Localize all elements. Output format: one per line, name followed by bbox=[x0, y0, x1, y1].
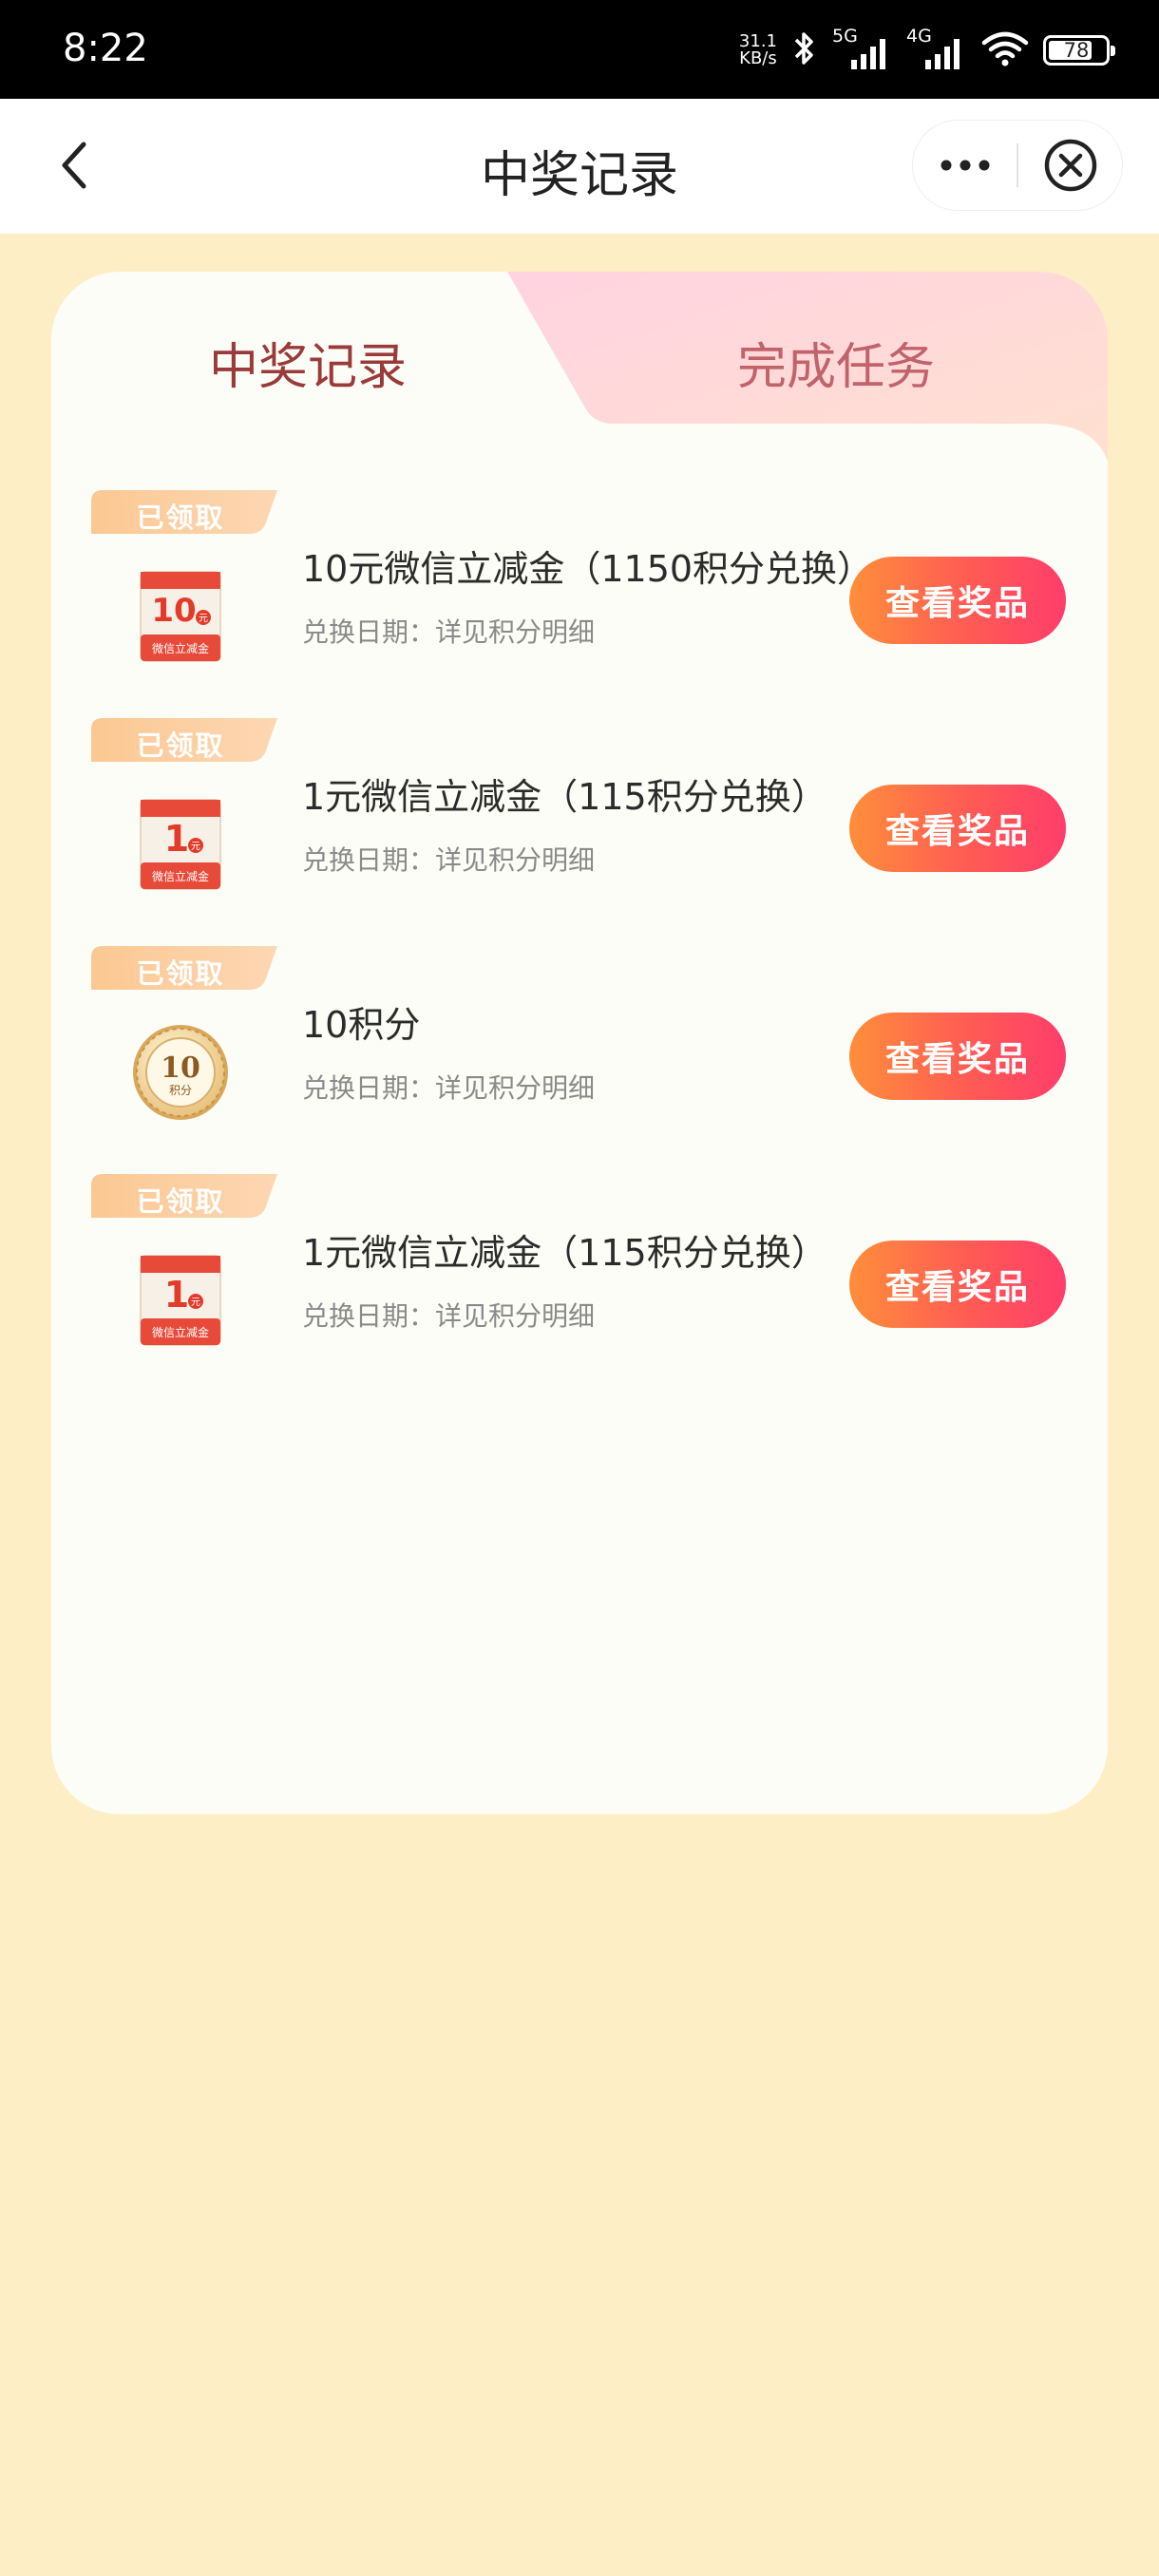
claimed-badge: 已领取 bbox=[91, 946, 279, 992]
prize-icon-value: 10 bbox=[161, 1051, 200, 1085]
mini-program-capsule bbox=[912, 120, 1123, 211]
red-envelope-icon: 10 元 微信立减金 bbox=[127, 564, 234, 669]
prize-icon-caption: 微信立减金 bbox=[152, 869, 209, 883]
claimed-badge: 已领取 bbox=[91, 1174, 279, 1220]
view-prize-button[interactable]: 查看奖品 bbox=[849, 1013, 1066, 1100]
claimed-badge-label: 已领取 bbox=[136, 957, 225, 990]
view-prize-button[interactable]: 查看奖品 bbox=[849, 557, 1066, 644]
wifi-icon bbox=[980, 29, 1030, 71]
status-bar: 8:22 31.1 KB/s 5G 4G 78 bbox=[0, 0, 1159, 99]
claimed-badge-label: 已领取 bbox=[136, 502, 225, 534]
network-speed-unit: KB/s bbox=[739, 48, 777, 68]
tab-complete-tasks[interactable]: 完成任务 bbox=[564, 327, 1108, 398]
status-time: 8:22 bbox=[63, 27, 148, 70]
signal-5g-icon: 5G bbox=[832, 26, 893, 71]
prize-date: 兑换日期：详见积分明细 bbox=[302, 844, 596, 876]
more-dots-icon bbox=[940, 160, 989, 171]
prize-item: 已领取 10 积分 10积分 兑换日期：详见积分明细 查看奖品 bbox=[51, 946, 1108, 1174]
prize-icon-value: 1 bbox=[164, 818, 189, 860]
view-prize-button[interactable]: 查看奖品 bbox=[849, 1241, 1066, 1328]
claimed-badge: 已领取 bbox=[91, 718, 279, 764]
close-button[interactable] bbox=[1018, 120, 1122, 211]
prize-icon-caption: 微信立减金 bbox=[152, 1325, 209, 1339]
claimed-badge: 已领取 bbox=[91, 490, 279, 536]
tab-prize-records[interactable]: 中奖记录 bbox=[51, 327, 564, 398]
claimed-badge-label: 已领取 bbox=[136, 1185, 225, 1218]
prize-list: 已领取 10 元 微信立减金 10元微信立减金（1150积分兑换） 兑换日期：详… bbox=[51, 490, 1108, 1402]
close-circle-icon bbox=[1044, 139, 1096, 192]
prize-icon-unit: 元 bbox=[191, 1297, 200, 1308]
prize-icon-unit: 元 bbox=[199, 614, 208, 624]
bluetooth-icon bbox=[790, 29, 819, 71]
red-envelope-icon: 1 元 微信立减金 bbox=[127, 1248, 234, 1353]
battery-icon: 78 bbox=[1043, 35, 1115, 66]
prize-icon-caption: 微信立减金 bbox=[152, 641, 209, 655]
nav-bar: 中奖记录 bbox=[0, 99, 1159, 234]
prize-title: 10元微信立减金（1150积分兑换） bbox=[302, 548, 874, 590]
prize-title: 10积分 bbox=[302, 1004, 421, 1046]
signal-4g-icon: 4G bbox=[906, 26, 967, 71]
points-coin-icon: 10 积分 bbox=[127, 1020, 234, 1125]
prize-date: 兑换日期：详见积分明细 bbox=[302, 616, 596, 648]
status-icons: 31.1 KB/s 5G 4G 78 bbox=[739, 26, 1115, 72]
more-button[interactable] bbox=[913, 120, 1016, 211]
prize-date: 兑换日期：详见积分明细 bbox=[302, 1300, 596, 1332]
network-speed: 31.1 KB/s bbox=[739, 33, 777, 67]
prize-icon-value: 1 bbox=[164, 1274, 189, 1316]
view-prize-button[interactable]: 查看奖品 bbox=[849, 785, 1066, 872]
prize-icon-value: 10 bbox=[151, 592, 196, 630]
battery-percent: 78 bbox=[1063, 39, 1090, 62]
prize-item: 已领取 1 元 微信立减金 1元微信立减金（115积分兑换） 兑换日期：详见积分… bbox=[51, 718, 1108, 946]
red-envelope-icon: 1 元 微信立减金 bbox=[127, 792, 234, 897]
prize-title: 1元微信立减金（115积分兑换） bbox=[302, 1232, 827, 1274]
prize-date: 兑换日期：详见积分明细 bbox=[302, 1072, 596, 1104]
prize-item: 已领取 1 元 微信立减金 1元微信立减金（115积分兑换） 兑换日期：详见积分… bbox=[51, 1174, 1108, 1402]
prize-item: 已领取 10 元 微信立减金 10元微信立减金（1150积分兑换） 兑换日期：详… bbox=[51, 490, 1108, 718]
records-card: 中奖记录 完成任务 已领取 10 元 微信立减金 10元微信立减金（1150积分… bbox=[51, 272, 1108, 1814]
prize-title: 1元微信立减金（115积分兑换） bbox=[302, 776, 827, 818]
prize-icon-unit: 元 bbox=[191, 842, 200, 852]
claimed-badge-label: 已领取 bbox=[136, 729, 225, 762]
prize-icon-caption: 积分 bbox=[169, 1084, 192, 1097]
